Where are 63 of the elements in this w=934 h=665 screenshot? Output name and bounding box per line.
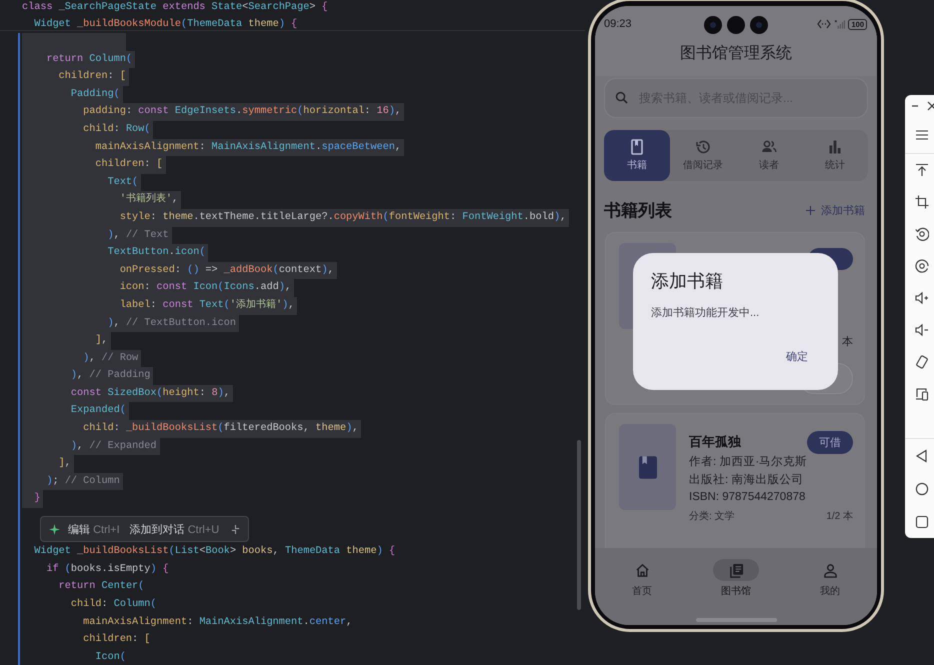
back-icon[interactable] xyxy=(915,448,929,462)
nav-item[interactable]: 首页 xyxy=(595,559,689,598)
book-icon xyxy=(638,456,656,478)
nav-item[interactable]: 图书馆 xyxy=(689,559,783,598)
code-line: if (books.isEmpty) { xyxy=(45,562,170,577)
stock-count: 本 xyxy=(842,335,853,349)
volume-down-icon[interactable] xyxy=(915,323,929,337)
code-icon xyxy=(817,19,832,29)
code-line: Widget _buildBooksList(List<Book> books, ThemeData theme) { xyxy=(33,544,396,560)
recent-apps-icon[interactable] xyxy=(915,514,929,528)
book-isbn: ISBN: 9787544270878 xyxy=(689,490,806,505)
dialog-message: 添加书籍功能开发中... xyxy=(651,306,760,320)
devices-icon[interactable] xyxy=(915,387,929,401)
edit-button[interactable]: 编辑 Ctrl+I xyxy=(66,522,122,536)
tab[interactable]: 读者 xyxy=(736,130,802,181)
person-icon xyxy=(822,562,838,578)
search-icon xyxy=(615,91,628,104)
sparkle-icon xyxy=(49,524,60,534)
volume-up-icon[interactable] xyxy=(915,291,929,305)
book-icon xyxy=(629,139,645,155)
menu-icon[interactable] xyxy=(915,128,929,142)
code-line: Icon( xyxy=(94,650,127,665)
library-icon xyxy=(728,562,744,578)
book-category: 分类: 文学 xyxy=(689,510,735,524)
dialog-title: 添加书籍 xyxy=(651,270,724,293)
book-publisher: 出版社: 南海出版公司 xyxy=(689,472,804,488)
confirm-button[interactable]: 确定 xyxy=(774,347,820,366)
scrollbar-thumb[interactable] xyxy=(577,440,581,610)
book-author: 作者: 加西亚·马尔克斯 xyxy=(689,454,808,470)
app-title: 图书馆管理系统 xyxy=(679,44,793,64)
rotate-device-icon[interactable] xyxy=(915,355,929,369)
tab[interactable]: 统计 xyxy=(802,130,868,181)
book-title: 百年孤独 xyxy=(689,433,741,451)
add-book-button[interactable]: 添加书籍 xyxy=(804,202,867,218)
crop-icon[interactable] xyxy=(915,195,929,209)
code-line: class _SearchPageState extends State<SearchPage> { xyxy=(22,0,329,15)
people-icon xyxy=(761,139,777,155)
collapse-icon[interactable] xyxy=(231,524,240,534)
tab[interactable]: 借阅记录 xyxy=(670,130,736,181)
status-time: 09:23 xyxy=(604,18,632,30)
code-line: Widget _buildBooksModule(ThemeData theme) { xyxy=(33,18,298,30)
tab[interactable]: 书籍 xyxy=(604,130,670,181)
book-card[interactable]: 百年孤独 可借 作者: 加西亚·马尔克斯 出版社: 南海出版公司 ISBN: 9787544270878 分类: 文学 1/2 本 xyxy=(605,413,865,548)
bar-chart-icon xyxy=(827,139,843,155)
availability-badge: 可借 xyxy=(807,430,853,454)
rotate-icon[interactable] xyxy=(915,227,929,241)
code-line: mainAxisAlignment: MainAxisAlignment.center, xyxy=(82,616,354,630)
nav-item[interactable]: 我的 xyxy=(783,559,877,598)
signal-icon xyxy=(834,19,846,29)
home-icon xyxy=(634,562,650,578)
stock-count: 1/2 本 xyxy=(826,510,853,524)
record-icon[interactable] xyxy=(915,259,929,273)
code-line: children: [ xyxy=(82,632,152,648)
code-line: child: Column( xyxy=(70,598,158,612)
add-to-chat-button[interactable]: 添加到对话 Ctrl+U xyxy=(128,522,222,536)
arrow-to-top-icon[interactable] xyxy=(915,163,929,177)
code-line: return Center( xyxy=(58,580,146,594)
section-title: 书籍列表 xyxy=(604,200,672,222)
history-icon xyxy=(695,139,711,155)
home-icon[interactable] xyxy=(915,482,929,496)
book-card[interactable]: 本 添加书籍 添加书籍功能开发中... 确定 xyxy=(605,232,865,405)
camera-cutout-icon xyxy=(703,15,769,35)
plus-icon xyxy=(806,206,815,214)
